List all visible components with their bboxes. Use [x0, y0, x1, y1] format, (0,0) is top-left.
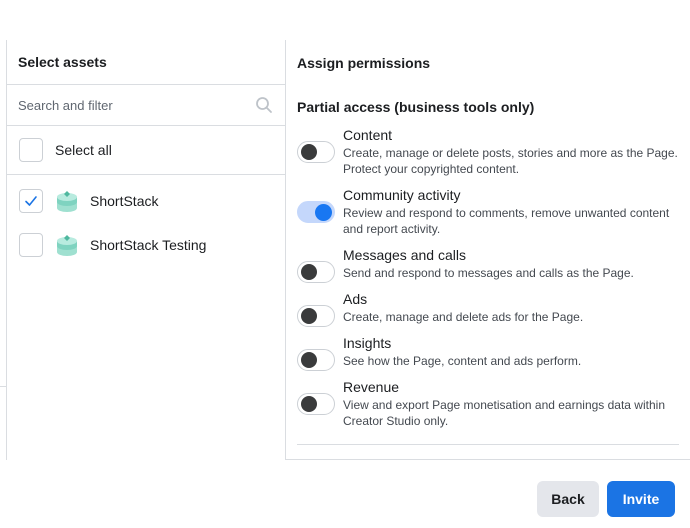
checkmark-icon [25, 196, 37, 206]
shortstack-logo-icon [55, 189, 79, 213]
toggle-knob [301, 396, 317, 412]
asset-row-shortstack-testing[interactable]: ShortStack Testing [7, 223, 285, 267]
permission-revenue: Revenue View and export Page monetisatio… [297, 379, 680, 439]
asset-row-shortstack[interactable]: ShortStack [7, 179, 285, 223]
content-toggle[interactable] [297, 141, 335, 163]
asset-name: ShortStack [90, 193, 159, 209]
search-icon[interactable] [255, 96, 273, 114]
toggle-knob [301, 352, 317, 368]
permission-title: Community activity [343, 187, 461, 203]
permissions-divider [297, 444, 679, 445]
toggle-knob [301, 144, 317, 160]
toggle-knob [315, 204, 332, 221]
asset-search-input[interactable] [18, 97, 238, 113]
permission-description: See how the Page, content and ads perfor… [343, 354, 582, 368]
insights-toggle[interactable] [297, 349, 335, 371]
permission-title: Messages and calls [343, 247, 466, 263]
select-all-row[interactable]: Select all [7, 126, 285, 175]
permission-description: Create, manage or delete posts, stories … [343, 146, 678, 176]
asset-checkbox-unchecked[interactable] [19, 233, 43, 257]
community-activity-toggle[interactable] [297, 201, 335, 223]
ads-toggle[interactable] [297, 305, 335, 327]
select-all-label: Select all [55, 142, 112, 158]
asset-search-bar [7, 85, 285, 126]
permission-community-activity: Community activity Review and respond to… [297, 187, 680, 247]
invite-button[interactable]: Invite [607, 481, 675, 517]
permission-description: Review and respond to comments, remove u… [343, 206, 670, 236]
asset-list: ShortStack ShortStack Testing [7, 175, 285, 267]
asset-checkbox-checked[interactable] [19, 189, 43, 213]
select-all-checkbox[interactable] [19, 138, 43, 162]
select-assets-title: Select assets [7, 40, 285, 85]
permission-content: Content Create, manage or delete posts, … [297, 127, 680, 187]
partial-access-heading: Partial access (business tools only) [297, 99, 535, 115]
back-button[interactable]: Back [537, 481, 599, 517]
toggle-knob [301, 308, 317, 324]
assign-permissions-panel: Assign permissions Partial access (busin… [286, 40, 690, 460]
permission-title: Revenue [343, 379, 400, 395]
messages-and-calls-toggle[interactable] [297, 261, 335, 283]
permission-title: Content [343, 127, 393, 143]
permission-title: Ads [343, 291, 368, 307]
asset-name: ShortStack Testing [90, 237, 207, 253]
shortstack-logo-icon [55, 233, 79, 257]
permission-description: Create, manage and delete ads for the Pa… [343, 310, 584, 324]
toggle-knob [301, 264, 317, 280]
revenue-toggle[interactable] [297, 393, 335, 415]
permission-description: View and export Page monetisation and ea… [343, 398, 665, 428]
select-assets-panel: Select assets Select all [6, 40, 286, 460]
permission-messages-and-calls: Messages and calls Send and respond to m… [297, 247, 680, 291]
permission-ads: Ads Create, manage and delete ads for th… [297, 291, 680, 335]
assign-permissions-title: Assign permissions [297, 54, 431, 71]
permission-list: Content Create, manage or delete posts, … [297, 127, 680, 439]
permission-title: Insights [343, 335, 392, 351]
permission-description: Send and respond to messages and calls a… [343, 266, 634, 280]
permission-insights: Insights See how the Page, content and a… [297, 335, 680, 379]
